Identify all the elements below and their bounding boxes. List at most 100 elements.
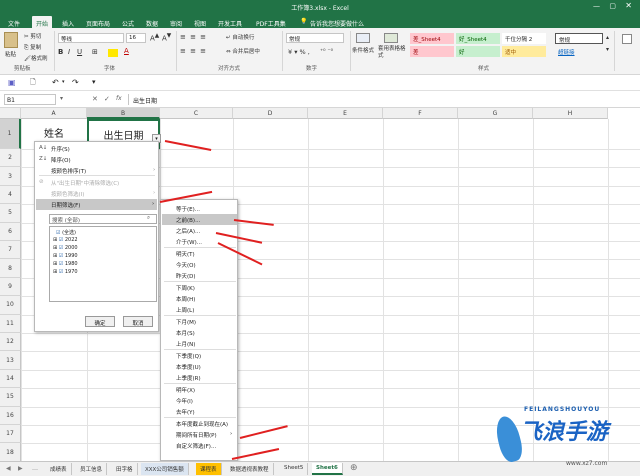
minimize-icon[interactable]: —: [593, 2, 600, 10]
filter-by-color-item[interactable]: 按颜色筛选(I): [51, 190, 84, 198]
style-comma-2[interactable]: 千位分隔 2: [502, 33, 546, 44]
tell-me-search[interactable]: 告诉我您想要做什么: [306, 16, 368, 28]
menu-home[interactable]: 开始: [32, 16, 53, 28]
undo-dropdown-icon[interactable]: ▾: [62, 79, 65, 85]
decimal-icons[interactable]: ⁺⁰ ⁻⁰: [320, 48, 333, 55]
date-filter-option[interactable]: 今天(O): [162, 259, 237, 270]
row-header[interactable]: 12: [0, 333, 21, 352]
menu-insert[interactable]: 插入: [58, 16, 78, 28]
date-filter-option[interactable]: 今年(I): [162, 395, 237, 406]
row-header[interactable]: 9: [0, 277, 21, 297]
sheet-tab[interactable]: XXX公司销售额: [141, 463, 189, 475]
font-color-icon[interactable]: A: [124, 47, 129, 55]
wrap-text-button[interactable]: ↵ 自动换行: [226, 33, 254, 41]
date-filter-option[interactable]: 本周(H): [162, 293, 237, 304]
row-header[interactable]: 18: [0, 443, 21, 462]
font-size-select[interactable]: 16: [126, 33, 146, 43]
style-neutral[interactable]: 适中: [502, 46, 546, 57]
enter-icon[interactable]: ✓: [104, 95, 110, 103]
date-filter-option[interactable]: 下季度(Q): [162, 350, 237, 361]
date-filter-option[interactable]: 本季度(U): [162, 361, 237, 372]
row-header[interactable]: 7: [0, 241, 21, 260]
row-header[interactable]: 2: [0, 149, 21, 168]
date-filter-option[interactable]: 明天(T): [162, 248, 237, 259]
sheet-tab[interactable]: 课程表: [196, 463, 222, 475]
menu-formulas[interactable]: 公式: [118, 16, 138, 28]
align-left-icons[interactable]: ≡ ≡ ≡: [180, 47, 207, 55]
fill-color-icon[interactable]: [108, 49, 118, 57]
paste-icon[interactable]: [4, 32, 18, 48]
menu-page-layout[interactable]: 页面布局: [82, 16, 114, 28]
date-filter-item[interactable]: 日期筛选(F) ›: [36, 199, 157, 210]
row-header[interactable]: 4: [0, 185, 21, 205]
column-header-d[interactable]: D: [233, 108, 308, 119]
cancel-icon[interactable]: ✕: [92, 95, 98, 103]
row-header[interactable]: 10: [0, 296, 21, 315]
date-filter-option[interactable]: 上周(L): [162, 304, 237, 315]
column-header-e[interactable]: E: [308, 108, 383, 119]
select-all-corner[interactable]: [0, 108, 21, 119]
row-header[interactable]: 16: [0, 406, 21, 425]
paste-button[interactable]: 粘贴: [5, 50, 16, 58]
row-header[interactable]: 8: [0, 259, 21, 278]
date-filter-option[interactable]: 下周(K): [162, 282, 237, 293]
currency-percent-icons[interactable]: ¥ ▾ % ,: [288, 48, 310, 56]
column-header-h[interactable]: H: [533, 108, 608, 119]
row-header[interactable]: 11: [0, 314, 21, 333]
date-filter-option[interactable]: 上月(N): [162, 338, 237, 349]
filter-search-input[interactable]: 搜索 (全部): [49, 214, 157, 224]
date-filter-option[interactable]: 上季度(R): [162, 372, 237, 383]
save-icon[interactable]: ▣: [8, 78, 16, 87]
undo-icon[interactable]: ↶: [52, 78, 59, 87]
menu-pdf-tools[interactable]: PDF工具集: [252, 16, 290, 28]
filter-list-item[interactable]: ⊞ ☑ 1970: [53, 269, 78, 275]
column-header-g[interactable]: G: [458, 108, 533, 119]
align-top-icons[interactable]: ≡ ≡ ≡: [180, 33, 207, 41]
border-icon[interactable]: ⊞: [92, 48, 98, 56]
cancel-button[interactable]: 取消: [123, 316, 153, 327]
style-bad-sheet4[interactable]: 差_Sheet4: [410, 33, 454, 44]
row-header[interactable]: 3: [0, 167, 21, 186]
format-painter-button[interactable]: 🖌格式刷: [24, 54, 48, 62]
column-header-c[interactable]: C: [160, 108, 233, 119]
maximize-icon[interactable]: ▢: [609, 2, 616, 10]
column-header-a[interactable]: A: [21, 108, 87, 119]
style-good[interactable]: 好: [456, 46, 500, 57]
styles-scroll-up-icon[interactable]: ▴: [606, 34, 609, 41]
date-filter-option[interactable]: 本月(S): [162, 327, 237, 338]
sort-descending-item[interactable]: 降序(O): [51, 156, 71, 164]
insert-cells-icon[interactable]: [622, 34, 632, 44]
sheet-tab[interactable]: 成绩表: [46, 463, 72, 475]
date-filter-option[interactable]: 等于(E)...: [162, 203, 237, 214]
date-filter-option[interactable]: 昨天(D): [162, 270, 237, 281]
menu-file[interactable]: 文件: [4, 16, 24, 28]
style-bad[interactable]: 差: [410, 46, 454, 57]
sheet-tab[interactable]: 田字格: [112, 463, 138, 475]
filter-list-item[interactable]: ⊞ ☑ 2022: [53, 237, 78, 243]
clear-filter-item[interactable]: 从"出生日期"中清除筛选(C): [51, 179, 119, 187]
row-header[interactable]: 14: [0, 369, 21, 389]
sort-by-color-item[interactable]: 按颜色排序(T): [51, 167, 86, 175]
close-icon[interactable]: ✕: [625, 1, 632, 10]
date-filter-option[interactable]: 之前(B)...: [162, 214, 237, 225]
style-good-sheet4[interactable]: 好_Sheet4: [456, 33, 500, 44]
date-filter-option[interactable]: 期间所有日期(P) ›: [162, 429, 237, 440]
grow-font-icon[interactable]: A▲: [150, 33, 159, 42]
conditional-format-icon[interactable]: [356, 33, 370, 43]
font-name-select[interactable]: 等线: [58, 33, 124, 43]
sort-ascending-item[interactable]: 升序(S): [51, 145, 70, 153]
date-filter-option[interactable]: 明年(X): [162, 384, 237, 395]
customize-qat-icon[interactable]: ▾: [92, 78, 96, 86]
add-sheet-icon[interactable]: ⊕: [350, 463, 358, 473]
style-normal[interactable]: 常规: [555, 33, 603, 44]
copy-button[interactable]: ⎘ 复制: [24, 43, 41, 52]
redo-icon[interactable]: ↷: [72, 78, 79, 87]
formula-input[interactable]: 出生日期: [128, 94, 636, 105]
filter-list-item[interactable]: ⊞ ☑ 1990: [53, 253, 78, 259]
table-format-icon[interactable]: [384, 33, 398, 43]
ok-button[interactable]: 确定: [85, 316, 115, 327]
name-box[interactable]: B1: [4, 94, 56, 105]
menu-review[interactable]: 审阅: [166, 16, 186, 28]
date-filter-option[interactable]: 下月(M): [162, 316, 237, 327]
menu-data[interactable]: 数据: [142, 16, 162, 28]
